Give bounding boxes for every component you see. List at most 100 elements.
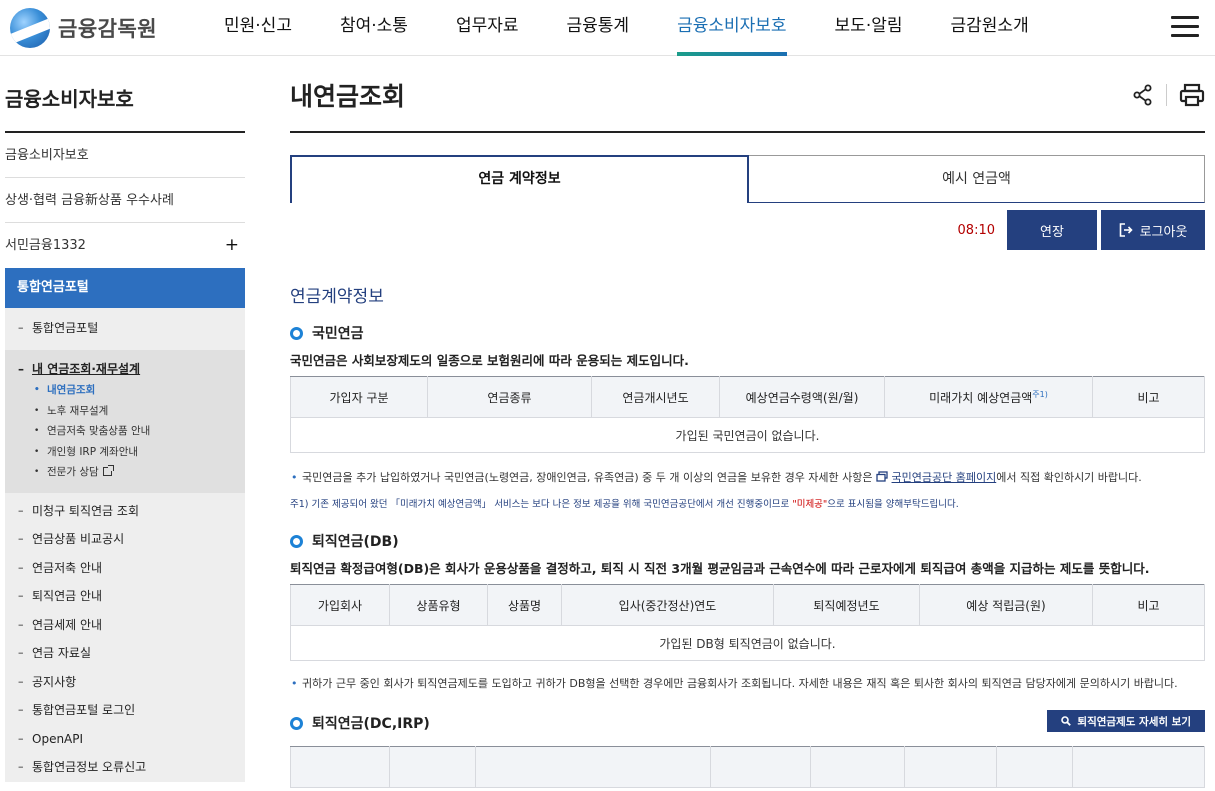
sidebar-sub-compare[interactable]: 연금상품 비교공시 [5,525,245,554]
page-title: 내연금조회 [290,57,1205,133]
footnote-text: 으로 표시됨을 양해부탁드립니다. [827,499,959,510]
logo-emblem-icon [10,8,50,48]
nps-homepage-link[interactable]: 국민연금공단 홈페이지 [892,471,997,484]
sidebar-leaf-savings-products[interactable]: 연금저축 맞춤상품 안내 [5,421,245,442]
table-header: 연금종류 [427,376,592,418]
sidebar-sub-savings[interactable]: 연금저축 안내 [5,554,245,583]
sidebar-sub-error-report[interactable]: 통합연금정보 오류신고 [5,753,245,782]
national-pension-heading: 국민연금 [290,322,1205,344]
expand-plus-icon[interactable]: + [225,223,239,268]
note-text: 국민연금을 추가 납입하였거나 국민연금(노령연금, 장애인연금, 유족연금) … [302,471,873,484]
sidebar-link-label: 서민금융1332 [5,238,86,253]
table-header: 가입회사 [290,584,390,626]
bullet-ring-icon [290,716,303,730]
db-pension-heading: 퇴직연금(DB) [290,530,1205,552]
table-header [996,746,1073,788]
nav-item-consumer-protection[interactable]: 금융소비자보호 [653,0,810,56]
db-pension-title: 퇴직연금(DB) [312,534,399,550]
sidebar: 금융소비자보호 금융소비자보호 상생·협력 금융新상품 우수사례 서민금융133… [5,57,245,791]
sidebar-leaf-expert-consult[interactable]: 전문가 상담 [5,462,245,483]
table-header: 예상 적립금(원) [919,584,1093,626]
sidebar-submenu: 통합연금포털 내 연금조회·재무설계 내연금조회 노후 재무설계 연금저축 맞춤… [5,308,245,782]
sidebar-link-cooperation[interactable]: 상생·협력 금융新상품 우수사례 [5,178,245,223]
sidebar-sub-library[interactable]: 연금 자료실 [5,639,245,668]
pension-tabs: 연금 계약정보 예시 연금액 [290,155,1205,203]
footnote-text: 주1) 기존 제공되어 왔던 「미래가치 예상연금액」 서비스는 보다 나은 정… [290,499,790,510]
table-header: 퇴직예정년도 [773,584,920,626]
sidebar-sub-pension-portal[interactable]: 통합연금포털 [5,308,245,350]
nav-item-about[interactable]: 금감원소개 [927,0,1053,56]
footnote-highlight: "미제공" [792,499,828,510]
sidebar-title: 금융소비자보호 [5,57,245,133]
table-header: 예상연금수령액(원/월) [719,376,885,418]
table-header-text: 미래가치 예상연금액 [929,390,1033,405]
table-row: 가입된 국민연금이 없습니다. [290,417,1205,453]
menu-hamburger-icon[interactable] [1171,16,1199,38]
table-header: 미래가치 예상연금액주1) [884,376,1093,418]
table-header: 입사(중간정산)연도 [561,584,774,626]
table-header [1072,746,1205,788]
sidebar-sub-login[interactable]: 통합연금포털 로그인 [5,696,245,725]
sidebar-group-head[interactable]: 내 연금조회·재무설계 [5,358,245,380]
table-row: 가입된 DB형 퇴직연금이 없습니다. [290,625,1205,661]
tool-divider [1166,84,1167,106]
sidebar-leaf-label: 전문가 상담 [47,466,99,478]
table-header: 연금개시년도 [591,376,720,418]
tab-contract-info[interactable]: 연금 계약정보 [290,155,749,203]
sidebar-group-my-pension: 내 연금조회·재무설계 내연금조회 노후 재무설계 연금저축 맞춤상품 안내 개… [5,350,245,493]
sidebar-leaf-retirement-plan[interactable]: 노후 재무설계 [5,401,245,422]
sidebar-link-label: 금융소비자보호 [5,148,89,163]
footnote-marker: 주1) [1032,389,1048,399]
sidebar-link-consumer-protection[interactable]: 금융소비자보호 [5,133,245,178]
extend-button[interactable]: 연장 [1007,210,1097,250]
logout-label: 로그아웃 [1139,224,1188,240]
nav-item-work-data[interactable]: 업무자료 [432,0,543,56]
dc-pension-heading: 퇴직연금(DC,IRP) 퇴직연금제도 자세히 보기 [290,710,1205,734]
sidebar-sub-notice[interactable]: 공지사항 [5,668,245,697]
sidebar-sub-tax[interactable]: 연금세제 안내 [5,611,245,640]
table-header: 상품명 [487,584,562,626]
sidebar-leaf-my-pension[interactable]: 내연금조회 [5,380,245,401]
global-nav: 민원·신고 참여·소통 업무자료 금융통계 금융소비자보호 보도·알림 금감원소… [200,0,1053,56]
dc-pension-title: 퇴직연금(DC,IRP) [312,716,430,732]
share-icon[interactable] [1132,84,1154,106]
table-header: 비고 [1092,584,1205,626]
sidebar-leaf-irp-guide[interactable]: 개인형 IRP 계좌안내 [5,442,245,463]
national-pension-table: 가입자 구분 연금종류 연금개시년도 예상연금수령액(원/월) 미래가치 예상연… [290,376,1205,453]
dc-pension-table [290,746,1205,788]
sidebar-active-pension-portal[interactable]: 통합연금포털 [5,268,245,308]
sidebar-sub-openapi[interactable]: OpenAPI [5,725,245,754]
site-logo[interactable]: 금융감독원 [10,8,157,48]
logo-text: 금융감독원 [58,17,158,41]
nav-item-participation[interactable]: 참여·소통 [316,0,432,56]
title-tools [1132,83,1205,107]
site-header: 금융감독원 민원·신고 참여·소통 업무자료 금융통계 금융소비자보호 보도·알… [0,0,1215,56]
logout-button[interactable]: 로그아웃 [1101,210,1205,250]
db-pension-note: 귀하가 근무 중인 회사가 퇴직연금제도를 도입하고 귀하가 DB형을 선택한 … [290,675,1205,692]
new-window-icon [876,471,888,482]
sidebar-sub-retirement[interactable]: 퇴직연금 안내 [5,582,245,611]
national-pension-footnote: 주1) 기존 제공되어 왔던 「미래가치 예상연금액」 서비스는 보다 나은 정… [290,496,1205,510]
print-icon[interactable] [1179,83,1205,107]
page-title-text: 내연금조회 [290,82,406,111]
table-header: 상품유형 [389,584,488,626]
external-link-icon [102,465,114,476]
nav-item-statistics[interactable]: 금융통계 [543,0,654,56]
bullet-ring-icon [290,534,303,548]
sidebar-link-label: 상생·협력 금융新상품 우수사례 [5,193,174,208]
nav-item-press[interactable]: 보도·알림 [811,0,927,56]
tab-example-amount[interactable]: 예시 연금액 [749,155,1205,203]
session-timer: 08:10 [957,222,995,238]
db-pension-table: 가입회사 상품유형 상품명 입사(중간정산)연도 퇴직예정년도 예상 적립금(원… [290,584,1205,661]
nav-item-complaint[interactable]: 민원·신고 [200,0,316,56]
national-pension-note: 국민연금을 추가 납입하였거나 국민연금(노령연금, 장애인연금, 유족연금) … [290,469,1205,486]
empty-row-text: 가입된 국민연금이 없습니다. [290,417,1205,453]
search-icon [1061,716,1072,726]
sidebar-sub-unclaimed[interactable]: 미청구 퇴직연금 조회 [5,497,245,526]
logout-icon [1119,223,1133,237]
retirement-detail-button[interactable]: 퇴직연금제도 자세히 보기 [1047,710,1205,732]
sidebar-link-1332[interactable]: 서민금융1332 + [5,223,245,268]
national-pension-desc: 국민연금은 사회보장제도의 일종으로 보험원리에 따라 운용되는 제도입니다. [290,353,689,368]
note-text: 에서 직접 확인하시기 바랍니다. [996,471,1142,484]
table-header [389,746,476,788]
